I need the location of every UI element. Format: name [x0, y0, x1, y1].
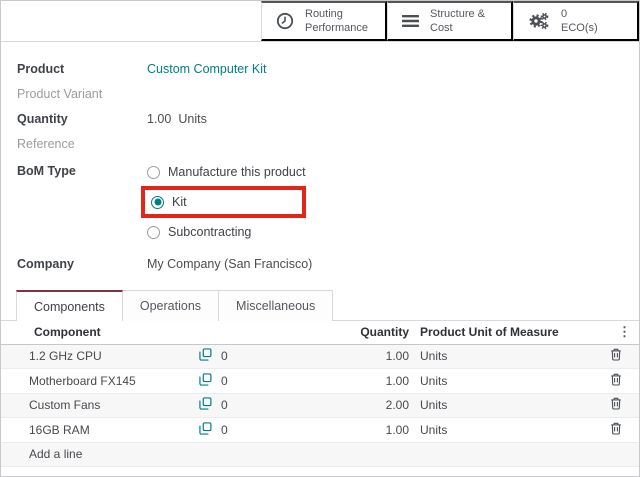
- eco-count-label: 0 ECO(s): [561, 7, 598, 36]
- quantity-cell[interactable]: 1.00: [283, 344, 411, 369]
- tab-components[interactable]: Components: [16, 290, 123, 321]
- field-quantity: Quantity 1.00 Units: [17, 106, 623, 131]
- forecast-value: 0: [221, 423, 228, 437]
- radio-unchecked-icon[interactable]: [147, 226, 160, 239]
- forecast-value: 0: [221, 374, 228, 388]
- delete-row-icon[interactable]: [610, 348, 622, 361]
- gears-icon: [527, 11, 551, 31]
- optional-columns-icon[interactable]: ⋮: [618, 324, 631, 339]
- table-header-row: Component Quantity Product Unit of Measu…: [1, 321, 639, 344]
- field-product-variant: Product Variant: [17, 81, 623, 106]
- radio-option-subcontracting[interactable]: Subcontracting: [147, 220, 306, 244]
- quantity-cell[interactable]: 1.00: [283, 418, 411, 443]
- field-company: Company My Company (San Francisco): [17, 251, 623, 276]
- radio-option-kit-label: Kit: [172, 195, 187, 209]
- bars-icon: [401, 12, 420, 30]
- header-uom[interactable]: Product Unit of Measure: [411, 321, 601, 344]
- radio-option-manufacture-label: Manufacture this product: [168, 165, 306, 179]
- delete-row-icon[interactable]: [610, 373, 622, 386]
- form-sheet: Product Custom Computer Kit Product Vari…: [1, 42, 639, 276]
- product-label: Product: [17, 62, 147, 76]
- routing-performance-label: Routing Performance: [305, 7, 368, 36]
- product-value-link[interactable]: Custom Computer Kit: [147, 62, 266, 76]
- add-line-row[interactable]: Add a line: [1, 442, 639, 467]
- field-bom-type: BoM Type Manufacture this product Kit Su…: [17, 160, 623, 244]
- structure-cost-label: Structure & Cost: [430, 7, 485, 36]
- product-variant-label: Product Variant: [17, 87, 147, 101]
- stat-button-bar: Routing Performance Structure & Cost: [1, 1, 639, 42]
- radio-option-manufacture[interactable]: Manufacture this product: [147, 160, 306, 184]
- table-row[interactable]: 16GB RAM 0 1.00 Units: [1, 418, 639, 443]
- bom-type-label: BoM Type: [17, 160, 147, 178]
- tab-miscellaneous[interactable]: Miscellaneous: [219, 290, 333, 321]
- notebook-tabs: Components Operations Miscellaneous: [1, 289, 639, 321]
- table-row[interactable]: Custom Fans 0 2.00 Units: [1, 393, 639, 418]
- delete-row-icon[interactable]: [610, 422, 622, 435]
- forecast-copy-icon[interactable]: [199, 397, 212, 413]
- uom-cell[interactable]: Units: [411, 418, 601, 443]
- eco-count-button[interactable]: 0 ECO(s): [513, 1, 639, 41]
- company-value[interactable]: My Company (San Francisco): [147, 257, 312, 271]
- component-cell[interactable]: 16GB RAM: [1, 418, 191, 443]
- quantity-cell[interactable]: 2.00: [283, 393, 411, 418]
- reference-label: Reference: [17, 137, 147, 151]
- routing-performance-button[interactable]: Routing Performance: [261, 1, 387, 41]
- quantity-uom: Units: [178, 112, 206, 126]
- radio-option-subcontracting-label: Subcontracting: [168, 225, 251, 239]
- table-row[interactable]: Motherboard FX145 0 1.00 Units: [1, 369, 639, 394]
- quantity-value[interactable]: 1.00: [147, 112, 171, 126]
- add-line-link[interactable]: Add a line: [1, 442, 639, 467]
- delete-row-icon[interactable]: [610, 397, 622, 410]
- component-cell[interactable]: Motherboard FX145: [1, 369, 191, 394]
- table-row[interactable]: 1.2 GHz CPU 0 1.00 Units: [1, 344, 639, 369]
- header-component[interactable]: Component: [1, 321, 191, 344]
- radio-unchecked-icon[interactable]: [147, 166, 160, 179]
- field-product: Product Custom Computer Kit: [17, 56, 623, 81]
- radio-option-kit[interactable]: Kit: [151, 193, 187, 211]
- annotation-highlight-box: Kit: [141, 186, 306, 218]
- clock-icon: [275, 11, 295, 31]
- header-forecast: [191, 321, 283, 344]
- field-reference: Reference: [17, 131, 623, 156]
- forecast-copy-icon[interactable]: [199, 348, 212, 364]
- header-quantity[interactable]: Quantity: [283, 321, 411, 344]
- bom-form-view: Routing Performance Structure & Cost: [0, 0, 640, 477]
- forecast-value: 0: [221, 349, 228, 363]
- uom-cell[interactable]: Units: [411, 369, 601, 394]
- forecast-copy-icon[interactable]: [199, 373, 212, 389]
- forecast-value: 0: [221, 398, 228, 412]
- radio-checked-icon[interactable]: [151, 196, 164, 209]
- forecast-copy-icon[interactable]: [199, 422, 212, 438]
- quantity-cell[interactable]: 1.00: [283, 369, 411, 394]
- component-cell[interactable]: 1.2 GHz CPU: [1, 344, 191, 369]
- quantity-label: Quantity: [17, 112, 147, 126]
- structure-cost-button[interactable]: Structure & Cost: [387, 1, 513, 41]
- component-cell[interactable]: Custom Fans: [1, 393, 191, 418]
- uom-cell[interactable]: Units: [411, 393, 601, 418]
- uom-cell[interactable]: Units: [411, 344, 601, 369]
- company-label: Company: [17, 257, 147, 271]
- tab-operations[interactable]: Operations: [123, 290, 219, 321]
- components-table: Component Quantity Product Unit of Measu…: [1, 321, 639, 467]
- bom-type-options: Manufacture this product Kit Subcontract…: [147, 160, 306, 244]
